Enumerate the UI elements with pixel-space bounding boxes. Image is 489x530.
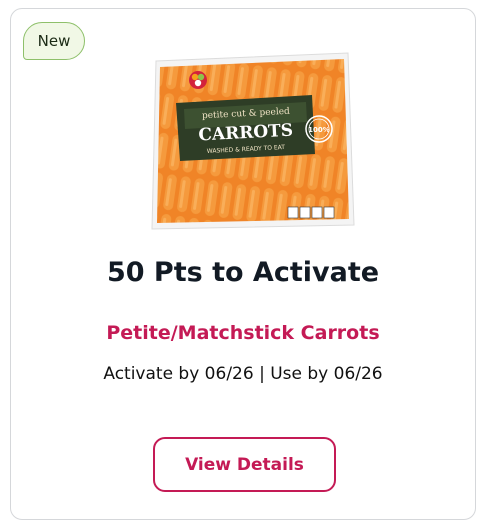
package-seal-text: 100%	[308, 126, 330, 134]
coupon-card: New petite cut & peeled CARROTS WASHED &…	[10, 8, 476, 520]
new-badge-label: New	[37, 32, 71, 50]
view-details-button[interactable]: View Details	[153, 437, 336, 492]
view-details-label: View Details	[185, 454, 304, 475]
offer-dates: Activate by 06/26 | Use by 06/26	[103, 364, 383, 384]
product-image: petite cut & peeled CARROTS WASHED & REA…	[151, 52, 355, 230]
new-badge: New	[23, 22, 85, 60]
offer-title: 50 Pts to Activate	[106, 257, 380, 288]
product-name: Petite/Matchstick Carrots	[106, 322, 380, 344]
